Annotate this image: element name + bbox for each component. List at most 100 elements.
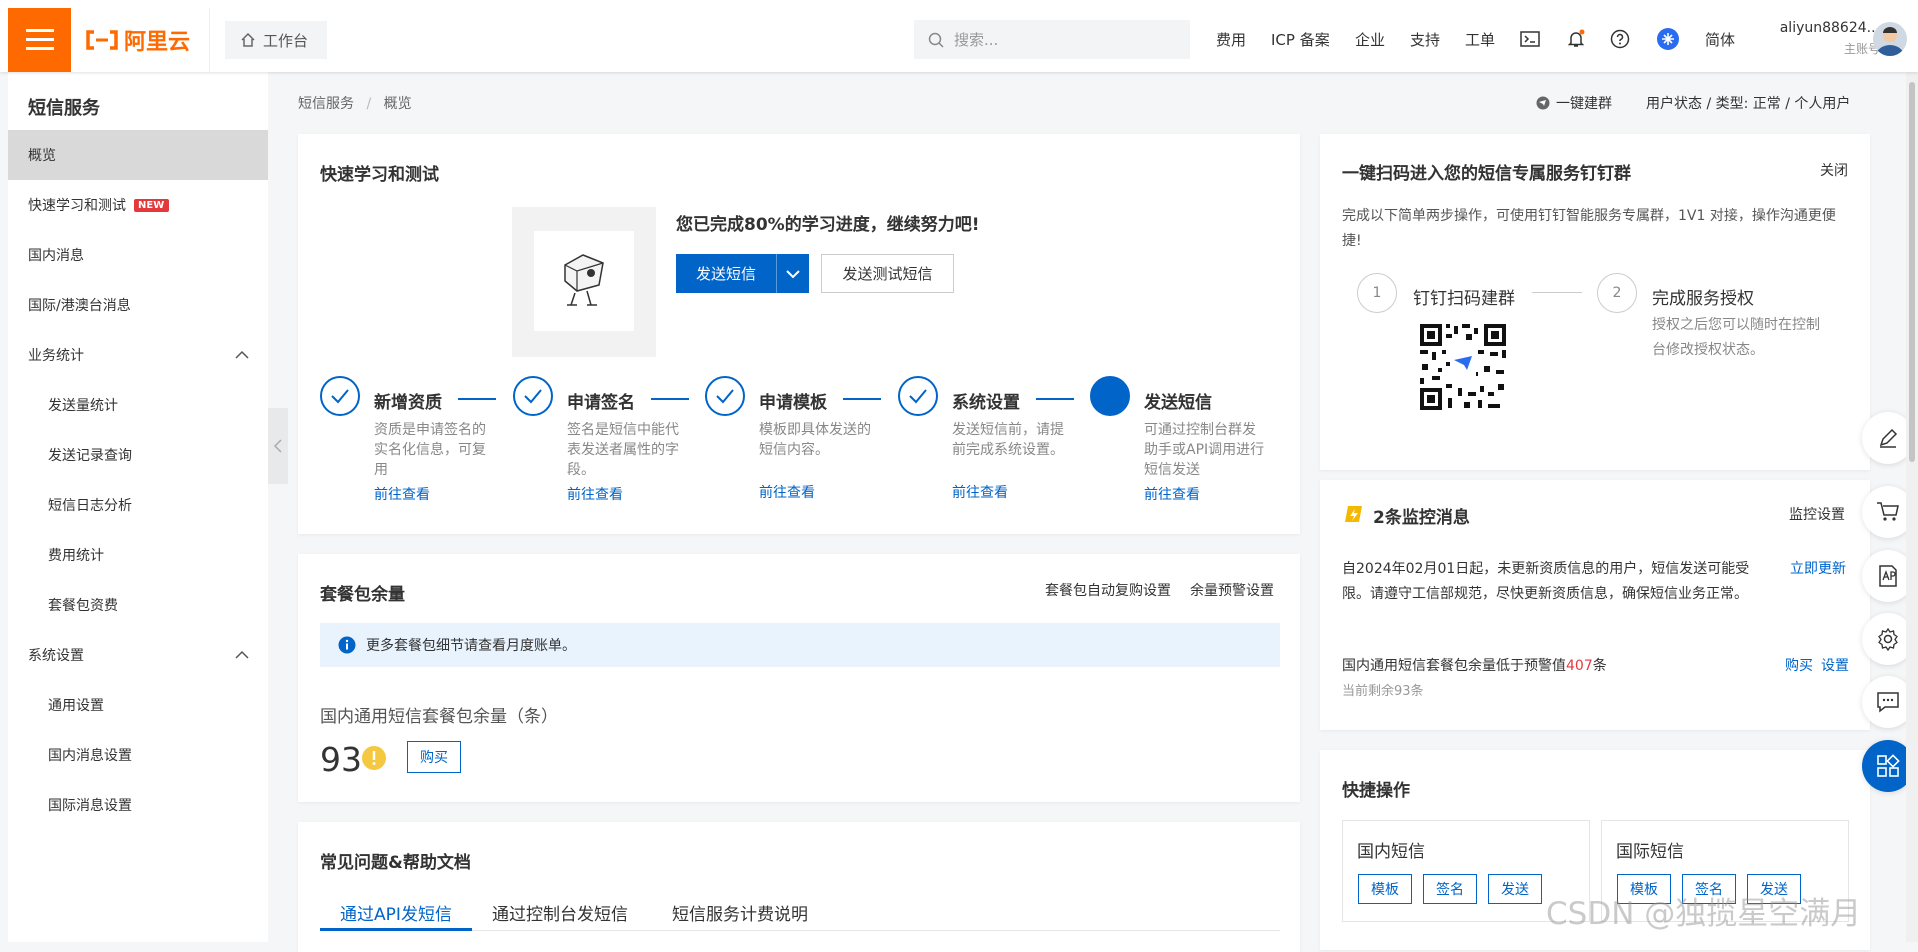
bell-icon[interactable] [1566, 22, 1586, 56]
sidebar-item-international[interactable]: 国际/港澳台消息 [8, 280, 268, 330]
top-bar: 阿里云 工作台 搜索... 费用 ICP 备案 企业 支持 工单 简体 aliy… [0, 0, 1918, 72]
step-desc: 可通过控制台群发助手或API调用进行短信发送 [1144, 422, 1265, 478]
shortcut-group-title: 国内短信 [1357, 842, 1425, 862]
tab-billing[interactable]: 短信服务计费说明 [672, 900, 808, 925]
workbench-button[interactable]: 工作台 [225, 21, 327, 59]
send-test-sms-button[interactable]: 发送测试短信 [821, 254, 954, 293]
search-input[interactable]: 搜索... [914, 20, 1190, 59]
sidebar-item-label: 国内消息 [28, 248, 84, 264]
nav-billing[interactable]: 费用 [1216, 22, 1246, 56]
auto-renew-link[interactable]: 套餐包自动复购设置 [1045, 580, 1171, 600]
scrollbar-thumb[interactable] [1909, 82, 1915, 462]
sidebar-item-package-pricing[interactable]: 套餐包资费 [8, 580, 268, 630]
group-link[interactable]: 一键建群 [1536, 93, 1612, 113]
home-icon [241, 33, 255, 47]
dingtalk-icon [1536, 96, 1550, 110]
user-info[interactable]: aliyun88624... 主账号 [1760, 20, 1880, 57]
step-link[interactable]: 前往查看 [1144, 484, 1200, 504]
step-number: 1 [1357, 273, 1397, 313]
cloud-shell-icon[interactable] [1520, 22, 1540, 56]
nav-ticket[interactable]: 工单 [1465, 22, 1495, 56]
check-icon [320, 376, 360, 416]
check-icon [513, 376, 553, 416]
breadcrumb-root[interactable]: 短信服务 [298, 96, 354, 112]
step-title: 系统设置 [952, 393, 1020, 413]
dingtalk-card [1320, 134, 1870, 470]
qr-code-image [1418, 322, 1508, 412]
breadcrumb: 短信服务 / 概览 [298, 93, 412, 113]
send-sms-dropdown[interactable]: 发送短信 [676, 254, 809, 293]
mascot-image [512, 207, 656, 357]
step-desc: 模板即具体发送的短信内容。 [759, 422, 871, 458]
sidebar-item-cost-stats[interactable]: 费用统计 [8, 530, 268, 580]
group-label: 一键建群 [1556, 96, 1612, 112]
sidebar: 短信服务 概览 快速学习和测试 NEW 国内消息 国际/港澳台消息 业务统计 发送… [8, 72, 268, 942]
user-status: 用户状态 / 类型: 正常 / 个人用户 [1646, 96, 1851, 112]
sidebar-group-settings[interactable]: 系统设置 [8, 630, 268, 680]
assistant-icon[interactable] [1656, 22, 1680, 56]
tab-console[interactable]: 通过控制台发短信 [492, 900, 628, 925]
dingtalk-step2-desc: 授权之后您可以随时在控制台修改授权状态。 [1652, 317, 1820, 358]
scrollbar[interactable] [1906, 72, 1918, 942]
package-title: 套餐包余量 [320, 585, 405, 605]
step-link[interactable]: 前往查看 [374, 484, 430, 504]
sidebar-item-domestic-settings[interactable]: 国内消息设置 [8, 730, 268, 780]
logo-text: 阿里云 [124, 30, 191, 55]
buy-link[interactable]: 购买 [1785, 655, 1813, 675]
step-link[interactable]: 前往查看 [952, 482, 1008, 502]
sidebar-item-domestic[interactable]: 国内消息 [8, 230, 268, 280]
step-title: 新增资质 [374, 393, 442, 413]
nav-icp[interactable]: ICP 备案 [1271, 22, 1330, 56]
dingtalk-step2: 完成服务授权 [1652, 289, 1754, 309]
domestic-signature-button[interactable]: 签名 [1423, 874, 1477, 904]
progress-text: 您已完成80%的学习进度，继续努力吧! [676, 215, 980, 235]
check-icon [705, 376, 745, 416]
quick-learn-title: 快速学习和测试 [320, 165, 439, 185]
step-connector [1036, 398, 1074, 400]
sidebar-item-label: 发送量统计 [48, 398, 118, 414]
package-label: 国内通用短信套餐包余量（条） [320, 707, 558, 727]
active-tab-indicator [320, 928, 472, 931]
chevron-up-icon [235, 650, 249, 659]
help-icon[interactable] [1610, 22, 1630, 56]
sidebar-item-general-settings[interactable]: 通用设置 [8, 680, 268, 730]
monitor-settings-link[interactable]: 监控设置 [1789, 504, 1845, 524]
sidebar-item-intl-settings[interactable]: 国际消息设置 [8, 780, 268, 830]
sidebar-item-label: 套餐包资费 [48, 598, 118, 614]
package-count: 93 [320, 740, 362, 779]
avatar[interactable] [1873, 22, 1907, 56]
breadcrumb-separator: / [366, 96, 372, 112]
shortcut-group-title: 国际短信 [1616, 842, 1684, 862]
current-step-dot [1090, 376, 1130, 416]
sidebar-item-send-records[interactable]: 发送记录查询 [8, 430, 268, 480]
domestic-template-button[interactable]: 模板 [1358, 874, 1412, 904]
buy-package-button[interactable]: 购买 [407, 741, 461, 773]
sidebar-item-label: 业务统计 [28, 348, 84, 364]
close-dingtalk-link[interactable]: 关闭 [1820, 160, 1848, 180]
update-now-link[interactable]: 立即更新 [1790, 558, 1846, 578]
sidebar-item-overview[interactable]: 概览 [8, 130, 268, 180]
step-connector [1532, 292, 1582, 293]
sidebar-item-log-analysis[interactable]: 短信日志分析 [8, 480, 268, 530]
tab-api[interactable]: 通过API发短信 [320, 900, 472, 925]
sidebar-item-label: 国际消息设置 [48, 798, 132, 814]
nav-enterprise[interactable]: 企业 [1355, 22, 1385, 56]
sidebar-item-label: 概览 [28, 148, 56, 164]
step-link[interactable]: 前往查看 [567, 484, 623, 504]
new-badge: NEW [134, 198, 170, 212]
language-switch[interactable]: 简体 [1705, 22, 1735, 56]
nav-support[interactable]: 支持 [1410, 22, 1440, 56]
faq-title: 常见问题&帮助文档 [320, 853, 471, 873]
monitor-msg-qualification: 自2024年02月01日起，未更新资质信息的用户，短信发送可能受限。请遵守工信部… [1342, 561, 1750, 602]
aliyun-logo[interactable]: 阿里云 [86, 24, 190, 56]
sidebar-group-stats[interactable]: 业务统计 [8, 330, 268, 380]
sidebar-collapse-button[interactable] [268, 408, 288, 484]
settings-link[interactable]: 设置 [1821, 655, 1849, 675]
balance-alert-link[interactable]: 余量预警设置 [1190, 580, 1274, 600]
step-link[interactable]: 前往查看 [759, 482, 815, 502]
sidebar-item-send-volume[interactable]: 发送量统计 [8, 380, 268, 430]
menu-button[interactable] [8, 8, 71, 72]
domestic-send-button[interactable]: 发送 [1488, 874, 1542, 904]
dingtalk-title: 一键扫码进入您的短信专属服务钉钉群 [1342, 164, 1631, 184]
sidebar-item-quick-learn[interactable]: 快速学习和测试 NEW [8, 180, 268, 230]
